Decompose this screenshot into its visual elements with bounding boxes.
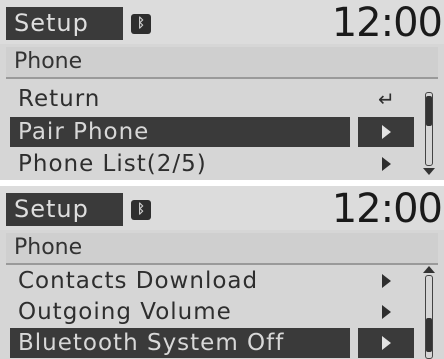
submenu-title: Phone [6, 233, 438, 265]
title-bar: Setup ᛒ 12:00 [0, 0, 444, 46]
scrollbar[interactable] [422, 88, 436, 176]
menu-item-bluetooth-system-off[interactable]: Bluetooth System Off [10, 328, 414, 358]
chevron-right-icon [382, 305, 391, 319]
chevron-right-icon [382, 125, 391, 139]
menu-item-label: Phone List(2/5) [18, 151, 207, 177]
return-icon: ↵ [378, 87, 395, 111]
clock: 12:00 [331, 186, 443, 232]
chevron-box[interactable] [358, 117, 414, 147]
menu-title: Setup [6, 7, 123, 40]
menu-item-label: Contacts Download [18, 268, 259, 294]
menu-item-label: Outgoing Volume [18, 299, 232, 325]
scrollbar[interactable] [422, 266, 436, 359]
bluetooth-icon: ᛒ [131, 200, 151, 220]
submenu-title-label: Phone [14, 49, 83, 74]
scroll-thumb[interactable] [426, 318, 432, 352]
menu-item-contacts-download[interactable]: Contacts Download [10, 266, 414, 296]
display-screen-2: Setup ᛒ 12:00 Phone Contacts Download Ou… [0, 186, 444, 359]
chevron-right-icon [382, 274, 391, 288]
submenu-title-label: Phone [14, 235, 83, 260]
menu-item-label: Pair Phone [18, 119, 150, 145]
menu-item-pair-phone[interactable]: Pair Phone [10, 117, 414, 147]
chevron-right-icon [382, 336, 391, 350]
menu-item-outgoing-volume[interactable]: Outgoing Volume [10, 297, 414, 327]
menu-item-label: Return [18, 86, 101, 112]
menu-title: Setup [6, 193, 123, 226]
menu-item-return[interactable]: Return ↵ [10, 84, 414, 114]
clock: 12:00 [331, 0, 443, 46]
bluetooth-icon: ᛒ [131, 14, 151, 34]
chevron-right-icon [382, 157, 391, 171]
scroll-down-icon[interactable] [423, 168, 435, 175]
scroll-thumb[interactable] [426, 96, 432, 126]
title-bar: Setup ᛒ 12:00 [0, 186, 444, 232]
display-screen-1: Setup ᛒ 12:00 Phone Return ↵ Pair Phone … [0, 0, 444, 180]
menu-item-label: Bluetooth System Off [18, 330, 285, 356]
menu-item-phone-list[interactable]: Phone List(2/5) [10, 149, 414, 179]
submenu-title: Phone [6, 47, 438, 79]
chevron-box[interactable] [358, 328, 414, 358]
scroll-up-icon[interactable] [423, 266, 435, 273]
